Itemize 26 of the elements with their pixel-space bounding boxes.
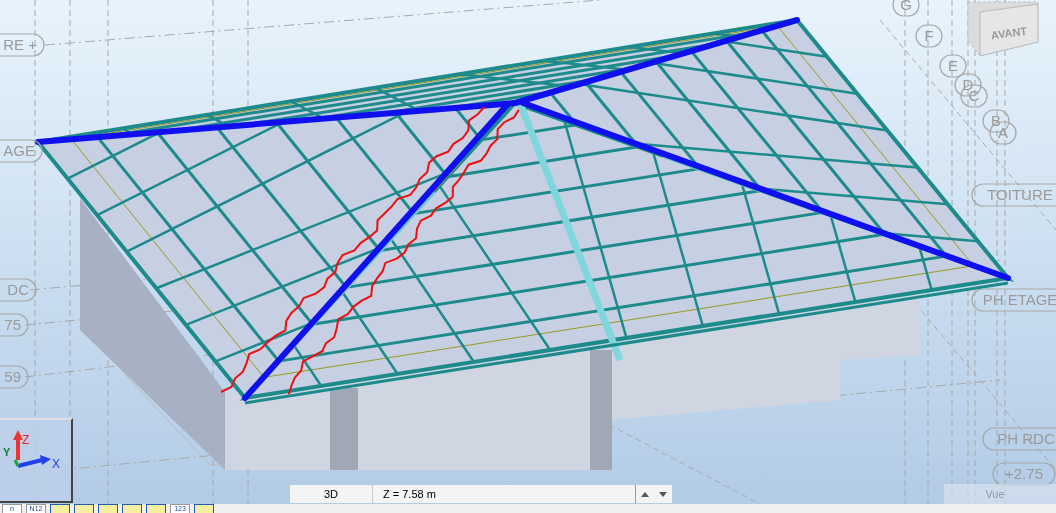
down-arrow-icon	[659, 491, 667, 497]
grid-axis-label: +2.75	[992, 462, 1056, 486]
grid-axis-label: F	[915, 24, 943, 48]
grid-axis-label: AGE	[0, 139, 43, 163]
axis-arrow-icon	[13, 430, 51, 468]
grid-axis-label: PH ETAGE	[971, 288, 1056, 312]
grid-axis-label: PH RDC	[982, 427, 1056, 451]
grid-axis-label: G	[892, 0, 920, 17]
toolbar-icon[interactable]	[194, 504, 214, 513]
toolbar-icon[interactable]	[146, 504, 166, 513]
axis-label: X	[52, 457, 60, 471]
grid-axis-label: DC	[0, 278, 37, 302]
up-arrow-icon	[641, 491, 649, 497]
toolbar-icon[interactable]	[122, 504, 142, 513]
panel-title: Vue	[985, 488, 1005, 500]
grid-axis-label: 59	[0, 365, 29, 389]
toolbar-icon[interactable]	[98, 504, 118, 513]
view-mode-label: 3D	[290, 485, 373, 503]
toolbar-icon[interactable]	[50, 504, 70, 513]
axis-label: Z	[22, 433, 30, 447]
grid-axis-label: TOITURE	[971, 183, 1056, 207]
grid-axis-label: 75	[0, 313, 29, 337]
grid-axis-label: E	[939, 54, 967, 78]
grid-axis-label: RE +	[0, 33, 45, 57]
axis-label: Y	[3, 446, 11, 458]
toolbar-icon[interactable]	[74, 504, 94, 513]
